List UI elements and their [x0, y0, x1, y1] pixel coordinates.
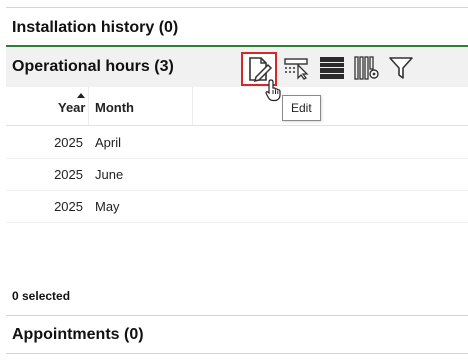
operational-hours-header: Operational hours (3) [6, 47, 468, 87]
filter-funnel-icon [389, 57, 413, 79]
column-settings-button[interactable] [350, 53, 384, 83]
edit-tooltip: Edit [282, 95, 321, 121]
column-header-month[interactable]: Month [95, 100, 134, 115]
filter-button[interactable] [384, 53, 418, 83]
cell-month: June [95, 167, 124, 182]
cell-year: 2025 [54, 199, 83, 214]
table-row[interactable]: 2025 April [6, 126, 468, 159]
cell-year: 2025 [54, 167, 83, 182]
operational-hours-title[interactable]: Operational hours (3) [12, 58, 174, 76]
sort-ascending-icon [77, 93, 85, 98]
table-row[interactable]: 2025 May [6, 190, 468, 223]
select-cursor-icon [284, 58, 309, 80]
table-row[interactable]: 2025 June [6, 158, 468, 191]
cell-month: April [95, 135, 122, 150]
column-divider [88, 87, 89, 125]
column-settings-icon [354, 56, 379, 80]
column-header-year[interactable]: Year [58, 100, 85, 115]
installation-history-title[interactable]: Installation history (0) [12, 19, 178, 37]
top-divider [6, 7, 468, 8]
selected-count: 0 selected [12, 289, 71, 303]
cell-month: May [95, 199, 120, 214]
table-header: Year Month [6, 87, 468, 126]
cell-year: 2025 [54, 135, 83, 150]
appointments-title[interactable]: Appointments (0) [12, 326, 144, 344]
bottom-divider [6, 353, 468, 354]
section-divider [6, 315, 468, 316]
column-divider [192, 87, 193, 125]
hand-pointer-icon [265, 79, 281, 102]
row-view-button[interactable] [315, 53, 349, 83]
select-rows-button[interactable] [280, 53, 314, 83]
row-list-icon [320, 57, 344, 79]
